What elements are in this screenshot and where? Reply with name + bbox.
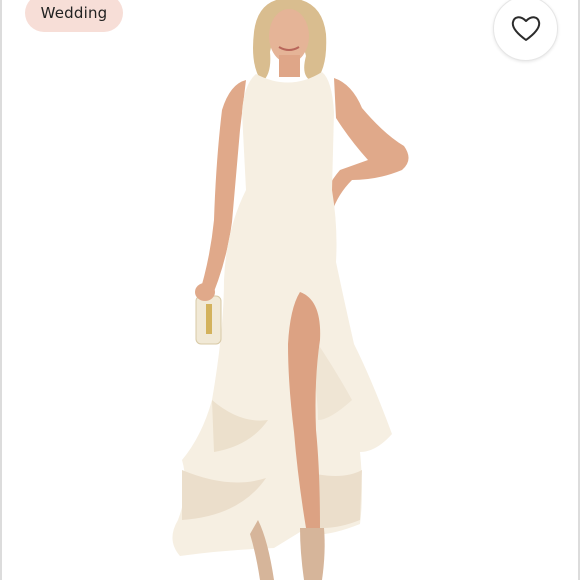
listing-photo-card: Wedding xyxy=(0,0,580,580)
category-tag[interactable]: Wedding xyxy=(25,0,123,32)
category-tag-label: Wedding xyxy=(40,4,108,22)
heart-icon xyxy=(511,16,540,41)
product-photo[interactable] xyxy=(0,0,580,580)
card-edge-left xyxy=(0,0,2,580)
